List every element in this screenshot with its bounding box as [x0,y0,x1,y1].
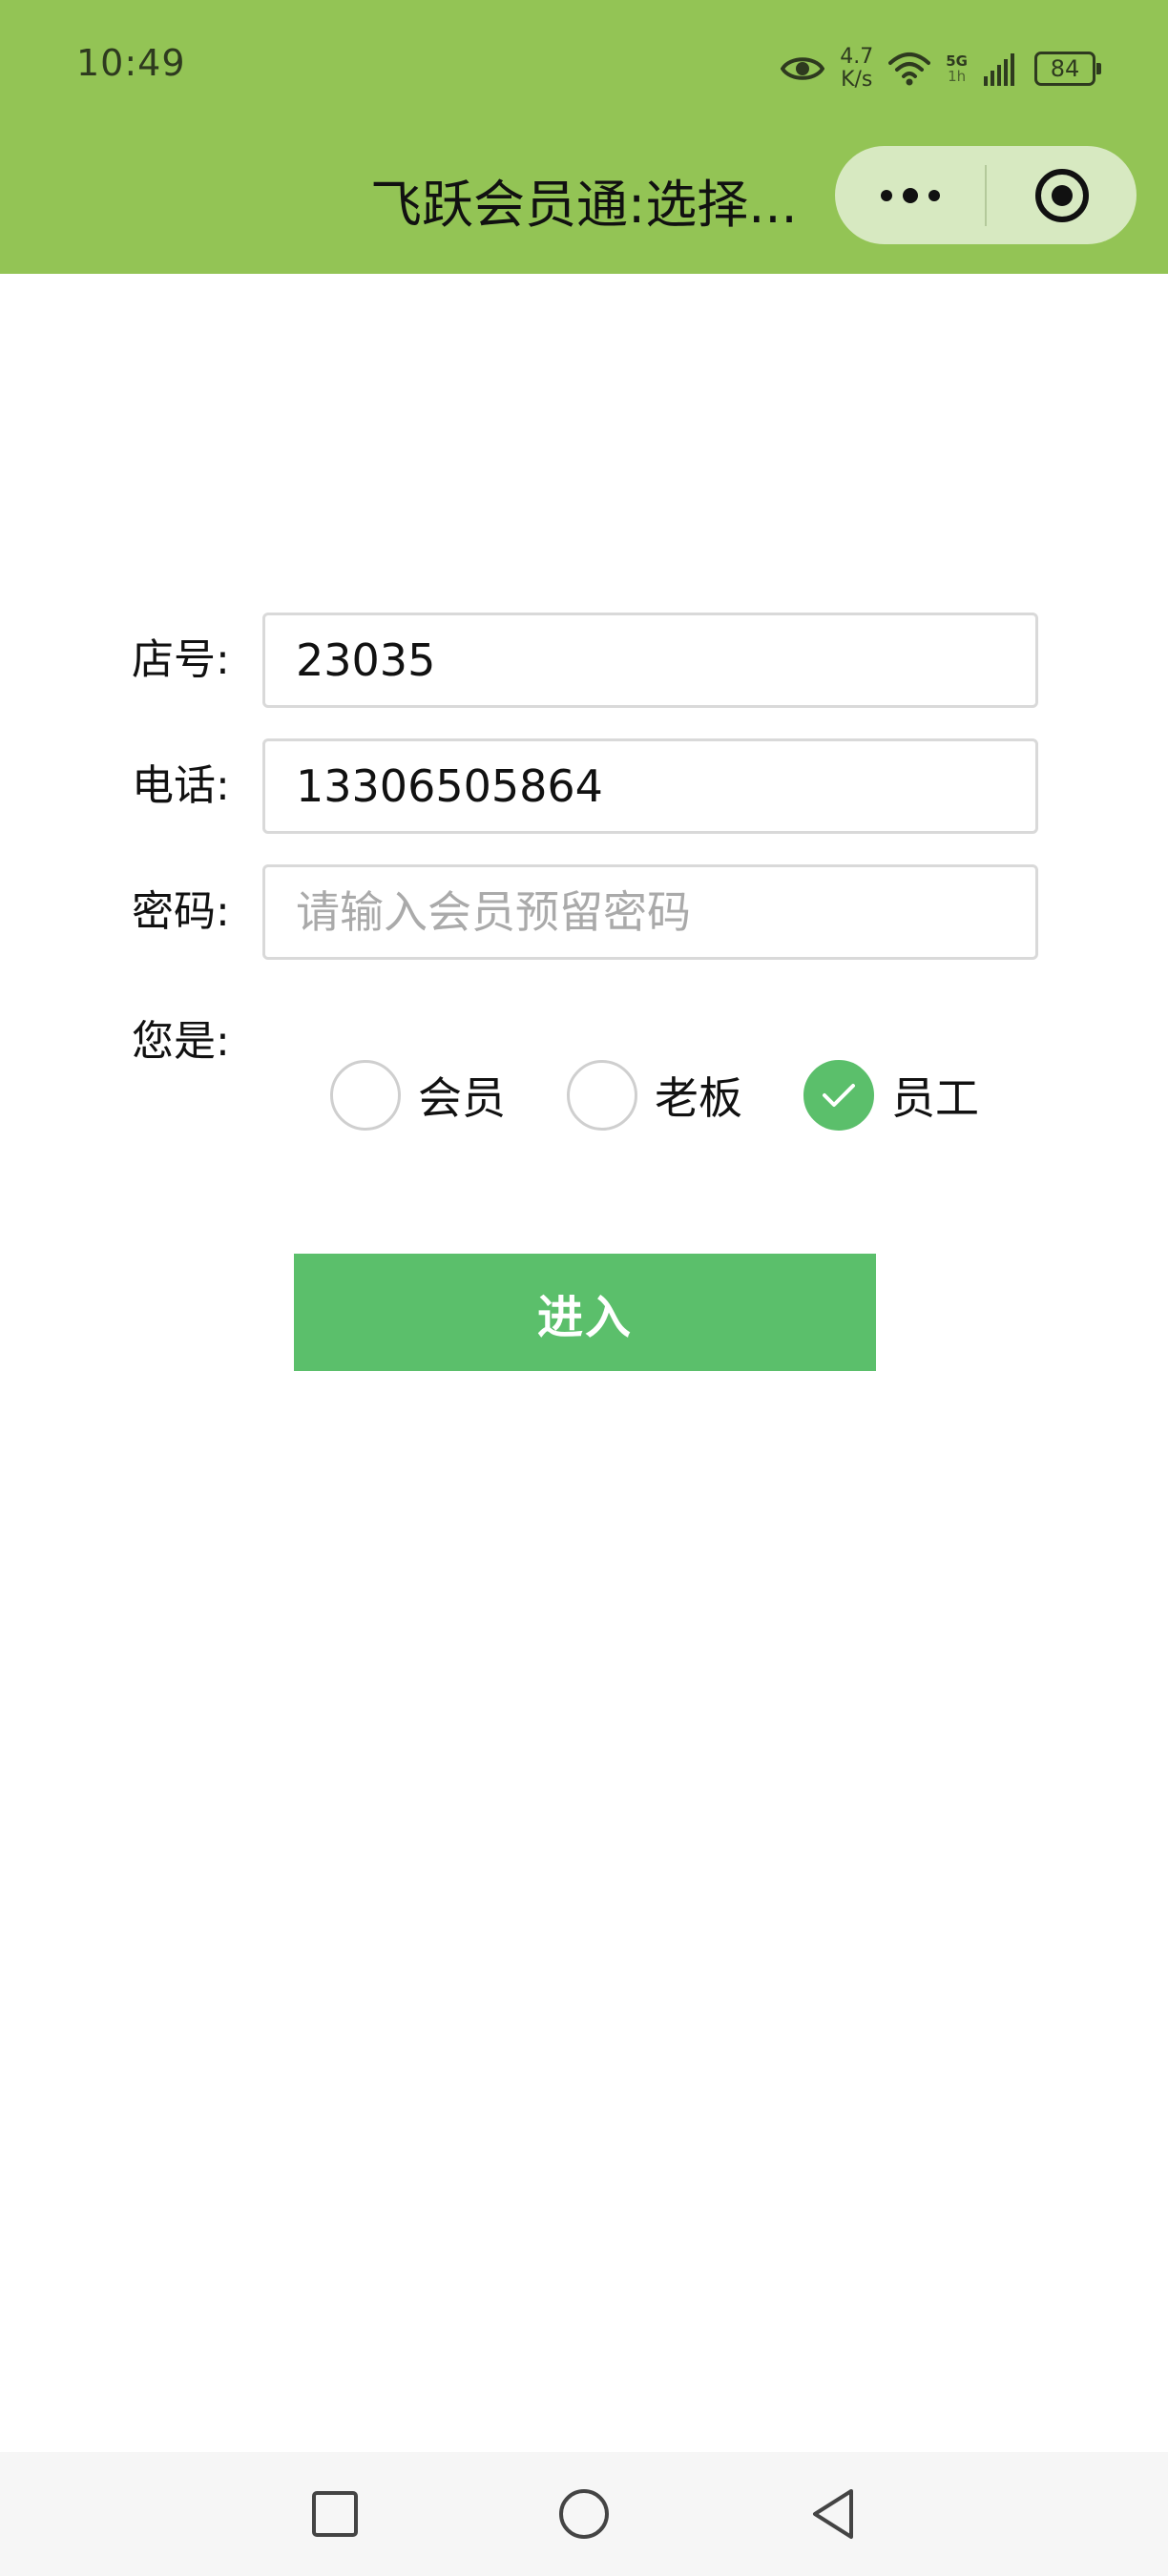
battery-level: 84 [1050,55,1080,82]
close-target-icon [1034,168,1089,222]
password-input[interactable] [262,864,1038,960]
network-type: 5G 1h [946,53,968,84]
net-speed-unit: K/s [841,68,873,92]
signal-icon [984,53,1014,86]
role-option-label: 会员 [418,1072,506,1124]
role-option-boss[interactable]: 老板 [567,1057,742,1133]
net-speed-value: 4.7 [840,45,874,69]
status-time: 10:49 [76,42,186,84]
net-speed: 4.7 K/s [840,46,873,92]
eye-icon [781,57,825,80]
role-option-staff[interactable]: 员工 [803,1057,979,1133]
store-label: 店号: [132,635,230,684]
role-option-member[interactable]: 会员 [330,1057,506,1133]
back-icon [813,2489,853,2539]
radio-button-boss[interactable] [567,1060,637,1131]
home-button[interactable] [541,2471,627,2557]
password-row: 密码: [0,864,1168,960]
close-button[interactable] [987,146,1137,244]
network-type-label: 5G [946,52,968,70]
recent-apps-button[interactable] [292,2471,378,2557]
role-option-label: 老板 [655,1072,742,1124]
role-option-label: 员工 [891,1072,979,1124]
store-row: 店号: [0,613,1168,708]
home-icon [559,2489,609,2539]
system-navigation-bar [0,2452,1168,2576]
radio-button-staff[interactable] [803,1060,874,1131]
radio-button-member[interactable] [330,1060,401,1131]
back-button[interactable] [790,2471,876,2557]
store-input[interactable] [262,613,1038,708]
phone-input[interactable] [262,738,1038,834]
more-dots-icon [880,187,940,203]
page-title: 飞跃会员通:选择... [370,175,798,235]
password-label: 密码: [132,887,230,936]
status-icons: 4.7 K/s 5G 1h 84 [781,38,1101,99]
phone-row: 电话: [0,738,1168,834]
recent-apps-icon [312,2491,358,2537]
checkmark-icon [823,1084,855,1107]
battery-icon: 84 [1034,52,1101,86]
mini-program-capsule [835,146,1137,244]
network-sub-label: 1h [948,68,967,85]
role-label: 您是: [132,1017,230,1066]
phone-label: 电话: [132,761,230,810]
enter-button[interactable]: 进入 [294,1254,876,1371]
more-button[interactable] [835,146,985,244]
top-bar: 10:49 4.7 K/s 5G 1h 84 飞跃会员通:选择... [0,0,1168,274]
wifi-icon [888,52,931,86]
